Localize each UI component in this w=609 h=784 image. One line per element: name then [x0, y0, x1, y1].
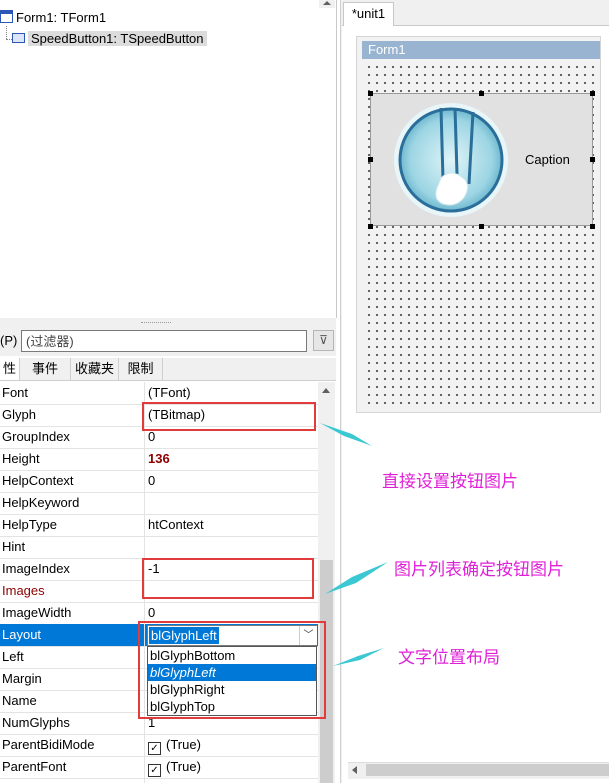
annotation-layout: 文字位置布局 — [398, 648, 500, 667]
annotation-glyph: 直接设置按钮图片 — [382, 472, 518, 491]
annotation-arrows — [320, 423, 388, 666]
arrow-to-layout-icon — [333, 648, 384, 666]
arrow-to-images-icon — [325, 562, 388, 594]
annotation-images: 图片列表确定按钮图片 — [394, 560, 564, 579]
arrow-to-glyph-icon — [320, 423, 372, 446]
